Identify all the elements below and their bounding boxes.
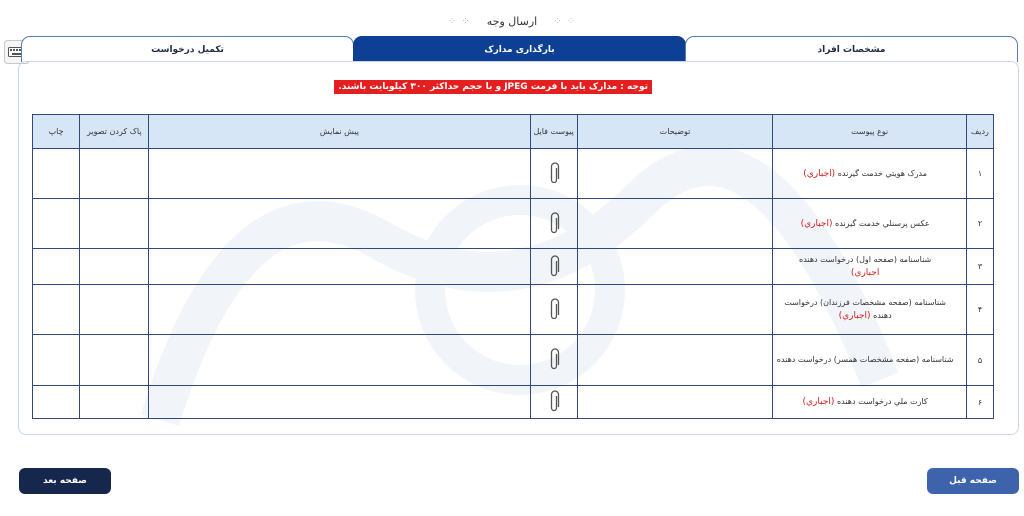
tab-person-details[interactable]: مشخصات افراد: [685, 36, 1018, 62]
table-row: ۶ کارت ملي درخواست دهنده (اجباري): [31, 385, 995, 419]
preview-cell: [148, 148, 531, 199]
paperclip-icon[interactable]: [548, 348, 560, 372]
clear-image-cell[interactable]: [79, 148, 150, 199]
clear-image-cell[interactable]: [79, 198, 150, 249]
row-number: ۶: [965, 385, 995, 419]
table-row: ۱ مدرک هویتي خدمت گيرنده (اجباري): [31, 148, 995, 199]
print-cell[interactable]: [31, 334, 81, 386]
attachment-type-cell: کارت ملي درخواست دهنده (اجباري): [772, 385, 967, 419]
row-number: ۵: [965, 334, 995, 386]
page-header: ⁘ ⁘ ارسال وجه ⁘ ⁘: [0, 8, 1024, 34]
clear-image-cell[interactable]: [79, 334, 150, 386]
preview-cell: [148, 334, 531, 386]
paperclip-icon[interactable]: [548, 211, 560, 236]
attachment-type: مدرک هویتي خدمت گيرنده: [837, 168, 928, 178]
table-row: ۳ شناسنامه (صفحه اول) درخواست دهنده اجبا…: [31, 248, 995, 285]
attachment-type: عکس پرسنلي خدمت گيرنده: [835, 218, 930, 228]
col-header-attachment-type: نوع پیوست: [772, 114, 967, 149]
description-cell[interactable]: [576, 248, 774, 285]
preview-cell: [148, 248, 531, 285]
description-cell[interactable]: [576, 198, 774, 249]
attachment-type: کارت ملي درخواست دهنده: [836, 397, 928, 406]
required-label: (اجباري): [802, 397, 835, 407]
attach-cell: [529, 284, 578, 335]
preview-cell: [148, 284, 531, 335]
row-number: ۱: [965, 148, 995, 199]
table-row: ۲ عکس پرسنلي خدمت گيرنده (اجباري): [31, 198, 995, 249]
col-header-row-number: ردیف: [965, 114, 995, 149]
table-row: ۴ شناسنامه (صفحه مشخصات فرزندان) درخواست…: [31, 284, 995, 335]
attach-cell: [529, 385, 578, 419]
attachment-type-cell: شناسنامه (صفحه مشخصات همسر) درخواست دهند…: [772, 334, 967, 386]
print-cell[interactable]: [31, 248, 81, 285]
page-title: ارسال وجه: [486, 14, 538, 28]
clear-image-cell[interactable]: [79, 385, 150, 419]
tab-complete-request[interactable]: تکمیل درخواست: [21, 36, 354, 62]
attach-cell: [529, 248, 578, 285]
attachment-type: شناسنامه (صفحه مشخصات همسر) درخواست دهند…: [776, 355, 954, 364]
required-label: (اجباري): [803, 168, 836, 179]
table-row: ۵ شناسنامه (صفحه مشخصات همسر) درخواست ده…: [31, 334, 995, 386]
preview-cell: [148, 198, 531, 249]
description-cell[interactable]: [576, 385, 774, 419]
attachment-type-cell: مدرک هویتي خدمت گيرنده (اجباري): [772, 148, 967, 199]
preview-cell: [148, 385, 531, 419]
print-cell[interactable]: [31, 385, 81, 419]
paperclip-icon[interactable]: [548, 254, 560, 279]
print-cell[interactable]: [31, 284, 81, 335]
col-header-preview: پیش نمایش: [148, 114, 531, 149]
col-header-clear-image: پاک کردن تصویر: [79, 114, 150, 149]
required-label: اجباري): [850, 268, 880, 278]
header-decoration-right: ⁘ ⁘: [553, 15, 577, 27]
table-header-row: ردیف نوع پیوست توضیحات پیوست فایل پیش نم…: [31, 114, 995, 149]
description-cell[interactable]: [576, 284, 774, 335]
required-label: (اجباري): [838, 311, 871, 321]
attach-cell: [529, 334, 578, 386]
required-label: (اجباري): [800, 218, 833, 229]
description-cell[interactable]: [576, 334, 774, 386]
print-cell[interactable]: [31, 198, 81, 249]
paperclip-icon[interactable]: [548, 297, 560, 322]
attachment-type-cell: شناسنامه (صفحه مشخصات فرزندان) درخواست د…: [772, 284, 967, 335]
previous-page-button[interactable]: صفحه قبل: [927, 468, 1019, 494]
row-number: ۴: [965, 284, 995, 335]
tab-upload-documents[interactable]: بارگذاری مدارک: [353, 36, 686, 62]
paperclip-icon[interactable]: [548, 390, 560, 414]
print-cell[interactable]: [31, 148, 81, 199]
format-notice: توجه : مدارک باید با فرمت JPEG و با حجم …: [334, 80, 652, 94]
paperclip-icon[interactable]: [548, 161, 560, 186]
clear-image-cell[interactable]: [79, 284, 150, 335]
header-decoration-left: ⁘ ⁘: [447, 15, 471, 27]
attachment-type-cell: شناسنامه (صفحه اول) درخواست دهنده اجباري…: [772, 248, 967, 285]
col-header-description: توضیحات: [576, 114, 774, 149]
attachment-type: شناسنامه (صفحه اول) درخواست دهنده: [799, 255, 932, 264]
attach-cell: [529, 198, 578, 249]
attachment-type-cell: عکس پرسنلي خدمت گيرنده (اجباري): [772, 198, 967, 249]
next-page-button[interactable]: صفحه بعد: [19, 468, 111, 494]
col-header-print: چاپ: [31, 114, 81, 149]
attach-cell: [529, 148, 578, 199]
documents-table: ردیف نوع پیوست توضیحات پیوست فایل پیش نم…: [31, 114, 995, 419]
col-header-file-attachment: پیوست فایل: [529, 114, 578, 149]
description-cell[interactable]: [576, 148, 774, 199]
row-number: ۲: [965, 198, 995, 249]
clear-image-cell[interactable]: [79, 248, 150, 285]
step-tabs: مشخصات افراد بارگذاری مدارک تکمیل درخواس…: [21, 36, 1018, 62]
row-number: ۳: [965, 248, 995, 285]
